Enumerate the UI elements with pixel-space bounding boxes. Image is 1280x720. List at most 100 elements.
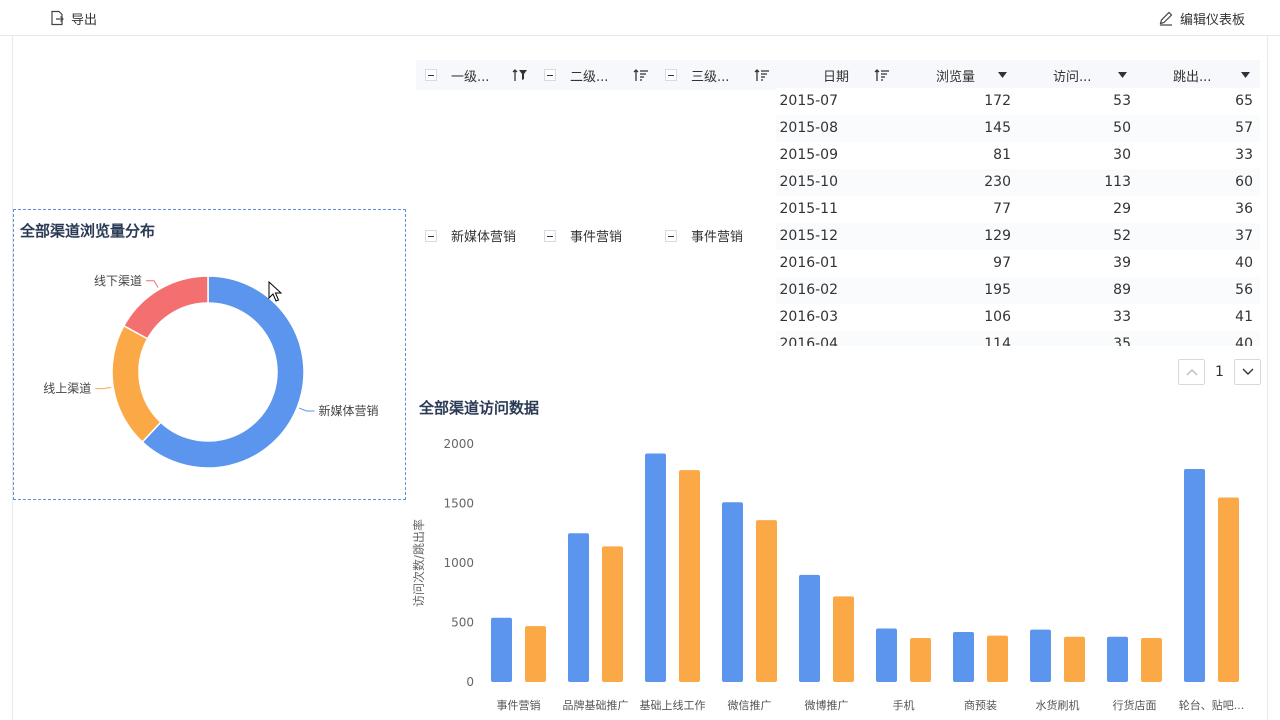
col-header-level1[interactable]: 一级... xyxy=(425,60,489,90)
page-number: 1 xyxy=(1215,364,1224,380)
value-cell: 29 xyxy=(1113,201,1131,217)
x-tick-label: 事件营销 xyxy=(497,698,541,712)
date-cell: 2016-01 xyxy=(779,255,839,271)
date-cell: 2015-07 xyxy=(779,93,839,109)
dropdown-arrow-icon[interactable] xyxy=(1118,71,1127,79)
dropdown-arrow-icon[interactable] xyxy=(998,71,1007,79)
donut-widget[interactable]: 全部渠道浏览量分布 新媒体营销 线上渠道 线下渠道 xyxy=(13,209,406,500)
edit-icon xyxy=(1159,11,1173,26)
x-tick-label: 商预装 xyxy=(964,698,997,712)
slice-label: 新媒体营销 xyxy=(319,403,379,418)
pagination: 1 xyxy=(1178,359,1261,385)
bar[interactable] xyxy=(722,502,743,682)
filter-sort-icon[interactable] xyxy=(512,68,528,82)
bar[interactable] xyxy=(1030,629,1051,682)
value-cell: 40 xyxy=(1235,336,1253,346)
export-button[interactable]: 导出 xyxy=(49,8,97,28)
y-axis-label: 访问次数/跳出率 xyxy=(411,519,426,607)
value-cell: 52 xyxy=(1113,228,1131,244)
x-tick-label: 水货刷机 xyxy=(1036,698,1080,712)
bar[interactable] xyxy=(645,453,666,682)
bar[interactable] xyxy=(756,520,777,682)
date-cell: 2016-03 xyxy=(779,309,839,325)
sort-icon[interactable] xyxy=(874,68,890,82)
col-header-level2[interactable]: 二级... xyxy=(544,60,608,90)
sort-icon[interactable] xyxy=(754,68,770,82)
edit-dashboard-label: 编辑仪表板 xyxy=(1180,12,1246,28)
value-cell: 53 xyxy=(1113,93,1131,109)
bar[interactable] xyxy=(1184,468,1205,682)
value-cell: 97 xyxy=(993,255,1011,271)
collapse-button[interactable] xyxy=(665,229,677,242)
donut-chart: 新媒体营销 线上渠道 线下渠道 xyxy=(43,274,379,469)
top-toolbar: 导出 编辑仪表板 xyxy=(0,0,1280,36)
bar[interactable] xyxy=(679,470,700,682)
value-cell: 36 xyxy=(1235,201,1253,217)
col-header-date[interactable]: 日期 xyxy=(823,60,849,90)
bar[interactable] xyxy=(876,628,897,682)
value-cell: 81 xyxy=(993,147,1011,163)
sort-icon[interactable] xyxy=(633,68,649,82)
bar[interactable] xyxy=(987,635,1008,682)
collapse-button[interactable] xyxy=(544,69,556,81)
bar[interactable] xyxy=(833,596,854,682)
prev-page-button[interactable] xyxy=(1178,359,1205,385)
x-tick-label: 品牌基础推广 xyxy=(563,698,629,712)
data-table: 一级... 二级... 三级... 日期 浏览量 访问... 跳出... 新媒体… xyxy=(416,60,1260,346)
collapse-button[interactable] xyxy=(425,229,437,242)
y-tick-label: 2000 xyxy=(443,437,474,451)
x-tick-label: 微博推广 xyxy=(805,698,849,712)
value-cell: 129 xyxy=(984,228,1011,244)
export-icon xyxy=(51,10,64,26)
value-cell: 50 xyxy=(1113,120,1131,136)
value-cell: 65 xyxy=(1235,93,1253,109)
bar[interactable] xyxy=(1218,497,1239,682)
date-cell: 2016-02 xyxy=(779,282,839,298)
bar[interactable] xyxy=(1141,637,1162,682)
label-leader-line xyxy=(298,407,315,412)
bar[interactable] xyxy=(602,546,623,682)
value-cell: 60 xyxy=(1235,174,1253,190)
value-cell: 39 xyxy=(1113,255,1131,271)
collapse-button[interactable] xyxy=(544,229,556,242)
col-header-bounce[interactable]: 跳出... xyxy=(1173,60,1211,90)
value-cell: 195 xyxy=(984,282,1011,298)
col-header-level3[interactable]: 三级... xyxy=(665,60,729,90)
y-tick-label: 1500 xyxy=(443,497,474,511)
bar[interactable] xyxy=(1064,636,1085,682)
label-leader-line xyxy=(146,280,159,288)
bar[interactable] xyxy=(525,626,546,682)
value-cell: 41 xyxy=(1235,309,1253,325)
date-cell: 2016-04 xyxy=(779,336,839,346)
x-tick-label: 基础上线工作 xyxy=(640,698,706,712)
col-header-visits[interactable]: 访问... xyxy=(1053,60,1091,90)
slice-label: 线上渠道 xyxy=(43,382,91,396)
label-leader-line xyxy=(95,386,112,390)
x-tick-label: 轮台、贴吧... xyxy=(1179,698,1245,712)
bar[interactable] xyxy=(910,637,931,682)
bar[interactable] xyxy=(953,632,974,682)
date-cell: 2015-08 xyxy=(779,120,839,136)
collapse-button[interactable] xyxy=(665,69,677,81)
bar[interactable] xyxy=(1107,636,1128,682)
bar[interactable] xyxy=(568,533,589,682)
chevron-down-icon xyxy=(1242,368,1253,375)
table-header: 一级... 二级... 三级... 日期 浏览量 访问... 跳出... xyxy=(416,60,1260,90)
date-cell: 2015-10 xyxy=(779,174,839,190)
col-header-views[interactable]: 浏览量 xyxy=(936,60,975,90)
bar-chart-title: 全部渠道访问数据 xyxy=(419,399,540,417)
edit-dashboard-button[interactable]: 编辑仪表板 xyxy=(1158,8,1245,28)
dropdown-arrow-icon[interactable] xyxy=(1241,71,1250,79)
donut-slice[interactable] xyxy=(111,324,162,444)
value-cell: 77 xyxy=(993,201,1011,217)
bar[interactable] xyxy=(491,617,512,682)
value-cell: 172 xyxy=(984,93,1011,109)
slice-label: 线下渠道 xyxy=(94,274,142,288)
bar[interactable] xyxy=(799,574,820,682)
date-cell: 2015-12 xyxy=(779,228,839,244)
collapse-button[interactable] xyxy=(425,69,437,81)
next-page-button[interactable] xyxy=(1234,359,1261,385)
value-cell: 89 xyxy=(1113,282,1131,298)
y-tick-label: 0 xyxy=(466,675,474,689)
divider xyxy=(1267,36,1268,720)
